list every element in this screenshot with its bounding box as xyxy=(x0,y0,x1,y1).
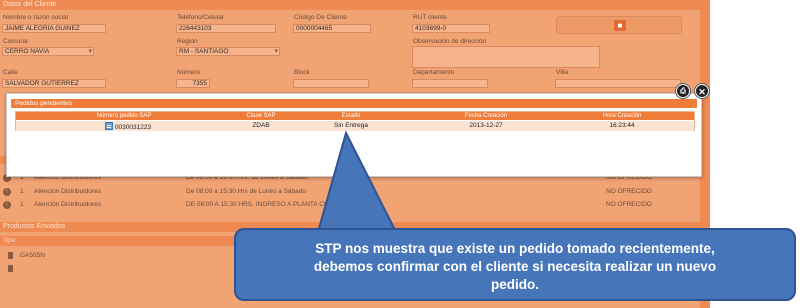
callout-seam xyxy=(322,231,392,240)
callout-tail-cover xyxy=(322,231,392,240)
